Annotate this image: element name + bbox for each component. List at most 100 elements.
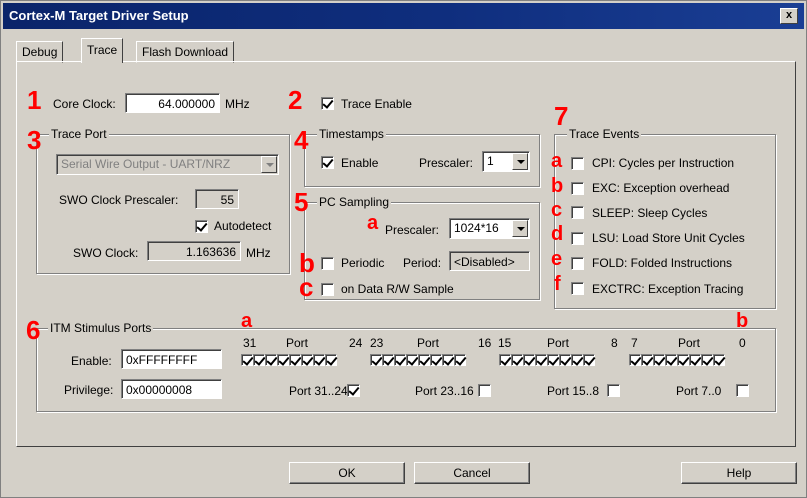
itm-bit-checkbox[interactable] xyxy=(442,354,454,366)
itm-bit-checkbox[interactable] xyxy=(677,354,689,366)
cancel-button[interactable]: Cancel xyxy=(414,462,530,484)
marker-e-event: e xyxy=(551,248,563,270)
itm-bit-checkbox[interactable] xyxy=(382,354,394,366)
itm-bit-checkbox[interactable] xyxy=(289,354,301,366)
close-button[interactable]: x xyxy=(780,8,798,24)
itm-enable-input[interactable]: 0xFFFFFFFF xyxy=(121,349,222,369)
data-rw-sample-label: on Data R/W Sample xyxy=(341,282,454,296)
itm-bit-checkbox[interactable] xyxy=(511,354,523,366)
itm-bit-checkbox[interactable] xyxy=(523,354,535,366)
marker-4: 4 xyxy=(294,125,309,155)
swo-prescaler-input[interactable]: 55 xyxy=(195,189,239,209)
itm-bit-checkbox[interactable] xyxy=(583,354,595,366)
chevron-down-icon[interactable] xyxy=(512,153,528,170)
event-exctrc-checkbox[interactable] xyxy=(571,282,584,295)
itm-bit-checkbox[interactable] xyxy=(713,354,725,366)
swo-clock-value: 1.163636 xyxy=(147,241,241,261)
trace-events-title: Trace Events xyxy=(567,127,642,141)
port-header-4: Port xyxy=(678,336,701,350)
autodetect-checkbox[interactable] xyxy=(195,220,208,233)
itm-bit-checkbox[interactable] xyxy=(547,354,559,366)
tab-debug[interactable]: Debug xyxy=(16,41,64,63)
itm-bit-checkbox[interactable] xyxy=(430,354,442,366)
itm-bit-checkbox[interactable] xyxy=(701,354,713,366)
marker-a-event: a xyxy=(551,150,563,172)
event-lsu-checkbox[interactable] xyxy=(571,232,584,245)
itm-bit-checkbox[interactable] xyxy=(535,354,547,366)
chevron-down-icon[interactable] xyxy=(261,156,277,173)
window-title: Cortex-M Target Driver Setup xyxy=(9,8,189,23)
port-group-31-24-label: Port 31..24 xyxy=(289,384,348,398)
chevron-down-icon[interactable] xyxy=(512,220,528,237)
bit-0-label: 0 xyxy=(739,336,746,350)
port-header-1: Port xyxy=(286,336,309,350)
itm-bit-checkbox[interactable] xyxy=(394,354,406,366)
event-sleep-checkbox[interactable] xyxy=(571,206,584,219)
itm-bit-checkbox[interactable] xyxy=(253,354,265,366)
itm-privilege-input[interactable]: 0x00000008 xyxy=(121,379,222,399)
itm-bit-checkbox[interactable] xyxy=(277,354,289,366)
marker-5: 5 xyxy=(294,187,309,217)
trace-port-title: Trace Port xyxy=(49,127,109,141)
periodic-checkbox[interactable] xyxy=(321,257,334,270)
data-rw-sample-checkbox[interactable] xyxy=(321,283,334,296)
port-header-2: Port xyxy=(417,336,440,350)
swo-clock-label: SWO Clock: xyxy=(73,246,139,260)
bit-8-label: 8 xyxy=(611,336,618,350)
help-button[interactable]: Help xyxy=(681,462,797,484)
itm-bit-checkbox[interactable] xyxy=(241,354,253,366)
timestamps-title: Timestamps xyxy=(317,127,386,141)
trace-port-mode-select[interactable]: Serial Wire Output - UART/NRZ xyxy=(56,154,279,175)
itm-bits-7-0 xyxy=(629,354,725,366)
itm-bit-checkbox[interactable] xyxy=(418,354,430,366)
timestamps-enable-checkbox[interactable] xyxy=(321,156,334,169)
port-group-31-24-checkbox[interactable] xyxy=(347,384,360,397)
port-group-15-8-checkbox[interactable] xyxy=(607,384,620,397)
port-group-7-0-checkbox[interactable] xyxy=(736,384,749,397)
itm-bit-checkbox[interactable] xyxy=(641,354,653,366)
marker-d-event: d xyxy=(551,223,564,245)
event-cpi-label: CPI: Cycles per Instruction xyxy=(592,156,735,170)
event-fold-checkbox[interactable] xyxy=(571,257,584,270)
itm-bit-checkbox[interactable] xyxy=(559,354,571,366)
trace-enable-checkbox[interactable] xyxy=(321,97,334,110)
marker-7: 7 xyxy=(554,101,569,131)
itm-bit-checkbox[interactable] xyxy=(571,354,583,366)
core-clock-label: Core Clock: xyxy=(53,97,116,111)
pc-prescaler-select[interactable]: 1024*16 xyxy=(449,218,530,239)
itm-bit-checkbox[interactable] xyxy=(325,354,337,366)
event-fold-label: FOLD: Folded Instructions xyxy=(592,256,733,270)
pc-sampling-title: PC Sampling xyxy=(317,195,392,209)
itm-bit-checkbox[interactable] xyxy=(653,354,665,366)
port-group-23-16-checkbox[interactable] xyxy=(478,384,491,397)
event-exctrc-label: EXCTRC: Exception Tracing xyxy=(592,282,744,296)
itm-bit-checkbox[interactable] xyxy=(629,354,641,366)
marker-b-event: b xyxy=(551,175,564,197)
itm-bit-checkbox[interactable] xyxy=(370,354,382,366)
bit-23-label: 23 xyxy=(370,336,384,350)
marker-1: 1 xyxy=(27,85,42,115)
event-cpi-checkbox[interactable] xyxy=(571,157,584,170)
itm-bit-checkbox[interactable] xyxy=(665,354,677,366)
itm-bit-checkbox[interactable] xyxy=(454,354,466,366)
itm-bit-checkbox[interactable] xyxy=(499,354,511,366)
itm-bit-checkbox[interactable] xyxy=(313,354,325,366)
timestamps-prescaler-value: 1 xyxy=(487,154,494,168)
itm-bit-checkbox[interactable] xyxy=(689,354,701,366)
tab-trace[interactable]: Trace xyxy=(81,38,124,63)
port-group-7-0-label: Port 7..0 xyxy=(676,384,722,398)
itm-bits-15-8 xyxy=(499,354,595,366)
timestamps-prescaler-select[interactable]: 1 xyxy=(482,151,530,172)
core-clock-input[interactable]: 64.000000 xyxy=(125,93,220,113)
ok-button[interactable]: OK xyxy=(289,462,405,484)
periodic-label: Periodic xyxy=(341,256,385,270)
itm-bit-checkbox[interactable] xyxy=(265,354,277,366)
title-bar: Cortex-M Target Driver Setup x xyxy=(3,3,804,29)
marker-3: 3 xyxy=(27,125,42,155)
marker-b-itm: b xyxy=(736,310,749,332)
event-exc-checkbox[interactable] xyxy=(571,182,584,195)
tab-flash-download[interactable]: Flash Download xyxy=(136,41,235,63)
port-header-3: Port xyxy=(547,336,570,350)
itm-bit-checkbox[interactable] xyxy=(301,354,313,366)
itm-bit-checkbox[interactable] xyxy=(406,354,418,366)
